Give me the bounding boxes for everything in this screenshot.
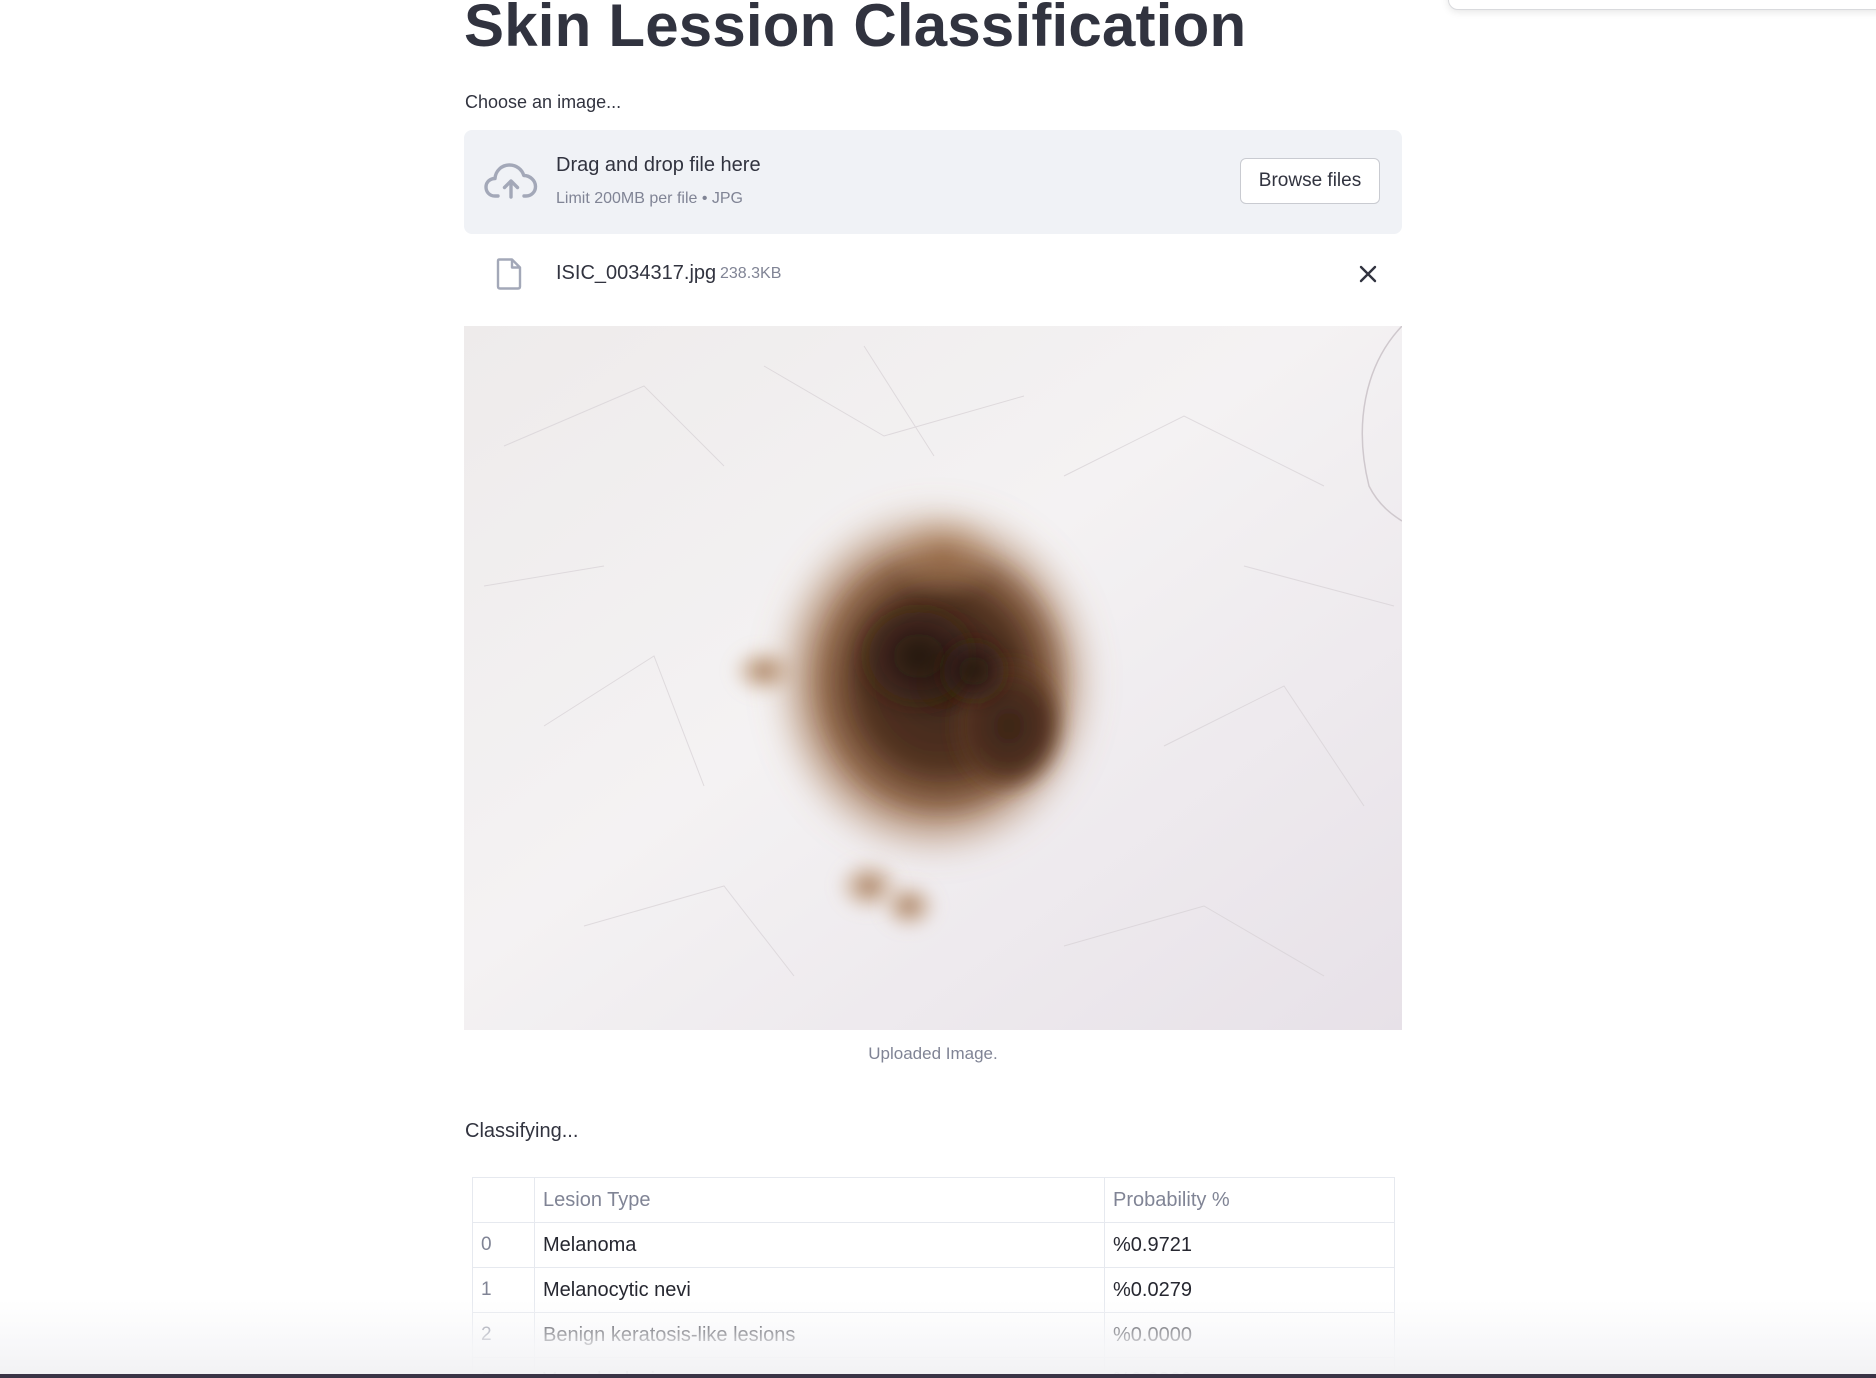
row-index: 1 <box>472 1267 535 1313</box>
probability-cell: %0.9721 <box>1104 1222 1395 1268</box>
file-icon <box>496 258 522 290</box>
close-icon <box>1359 265 1377 283</box>
lesion-type-cell: Melanoma <box>534 1222 1105 1268</box>
dropzone-limit-text: Limit 200MB per file • JPG <box>556 190 743 207</box>
uploaded-file-item: ISIC_0034317.jpg 238.3KB <box>464 250 1402 298</box>
table-row: 0 Melanoma %0.9721 <box>472 1222 1395 1268</box>
row-index: 0 <box>472 1222 535 1268</box>
results-table: Lesion Type Probability % 0 Melanoma %0.… <box>472 1177 1395 1378</box>
bottom-edge-bar <box>0 1374 1876 1378</box>
results-table-container: Lesion Type Probability % 0 Melanoma %0.… <box>472 1177 1395 1378</box>
dropzone-title: Drag and drop file here <box>556 154 761 176</box>
column-header-lesion-type[interactable]: Lesion Type <box>534 1177 1105 1223</box>
overlay-panel <box>1448 0 1876 10</box>
probability-cell: %0.0000 <box>1104 1312 1395 1358</box>
classification-status: Classifying... <box>465 1120 579 1142</box>
table-row: 1 Melanocytic nevi %0.0279 <box>472 1267 1395 1313</box>
row-index: 2 <box>472 1312 535 1358</box>
column-header-probability[interactable]: Probability % <box>1104 1177 1395 1223</box>
probability-cell: %0.0279 <box>1104 1267 1395 1313</box>
remove-file-button[interactable] <box>1354 260 1382 288</box>
cloud-upload-icon <box>484 163 538 199</box>
skin-lesion-image <box>464 326 1402 1030</box>
table-header-row: Lesion Type Probability % <box>472 1177 1395 1223</box>
page-title: Skin Lession Classification <box>464 0 1247 59</box>
uploaded-image <box>464 326 1402 1030</box>
table-row: 2 Benign keratosis-like lesions %0.0000 <box>472 1312 1395 1358</box>
lesion-type-cell: Benign keratosis-like lesions <box>534 1312 1105 1358</box>
lesion-type-cell: Melanocytic nevi <box>534 1267 1105 1313</box>
file-dropzone[interactable]: Drag and drop file here Limit 200MB per … <box>464 130 1402 234</box>
file-uploader-label: Choose an image... <box>465 92 622 112</box>
image-caption: Uploaded Image. <box>868 1044 998 1063</box>
browse-files-button[interactable]: Browse files <box>1240 158 1380 204</box>
uploaded-file-size: 238.3KB <box>720 265 782 282</box>
uploaded-file-name: ISIC_0034317.jpg <box>556 262 717 284</box>
column-header-index[interactable] <box>472 1177 535 1223</box>
app-page: Skin Lession Classification Choose an im… <box>0 0 1876 1378</box>
